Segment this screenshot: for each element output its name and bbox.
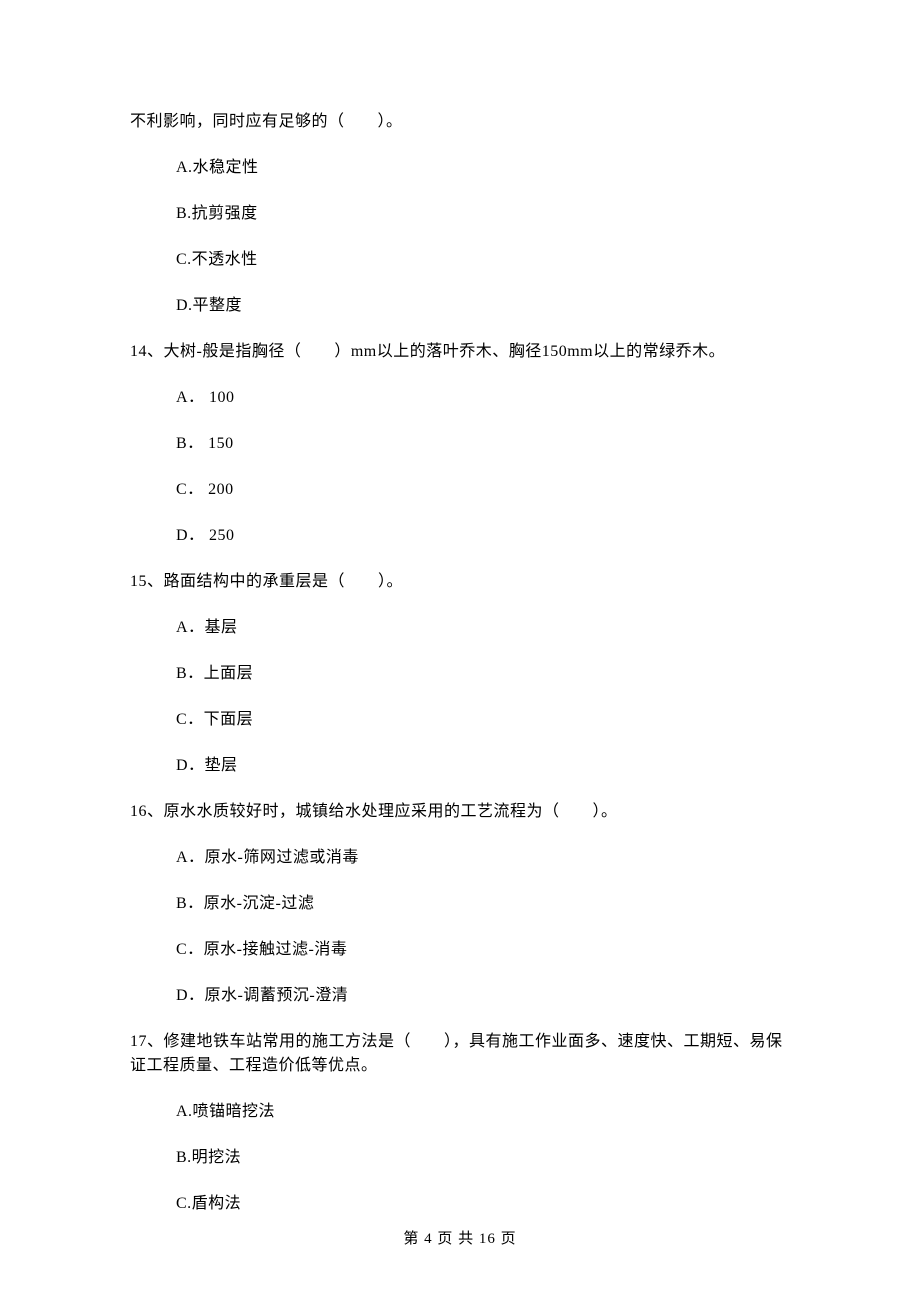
question-15: 15、路面结构中的承重层是（ ）。 xyxy=(130,570,790,594)
option-a: A.水稳定性 xyxy=(130,156,790,180)
question-16: 16、原水水质较好时，城镇给水处理应采用的工艺流程为（ ）。 xyxy=(130,800,790,824)
option-16-d: D．原水-调蓄预沉-澄清 xyxy=(130,984,790,1008)
option-14-a: A． 100 xyxy=(130,386,790,410)
option-b: B.抗剪强度 xyxy=(130,202,790,226)
option-17-a: A.喷锚暗挖法 xyxy=(130,1100,790,1124)
option-14-b: B． 150 xyxy=(130,432,790,456)
question-continuation: 不利影响，同时应有足够的（ ）。 xyxy=(130,110,790,134)
option-17-b: B.明挖法 xyxy=(130,1146,790,1170)
question-14: 14、大树-般是指胸径（ ）mm以上的落叶乔木、胸径150mm以上的常绿乔木。 xyxy=(130,340,790,364)
option-16-c: C．原水-接触过滤-消毒 xyxy=(130,938,790,962)
option-16-b: B．原水-沉淀-过滤 xyxy=(130,892,790,916)
option-16-a: A．原水-筛网过滤或消毒 xyxy=(130,846,790,870)
option-15-c: C．下面层 xyxy=(130,708,790,732)
page-content: 不利影响，同时应有足够的（ ）。 A.水稳定性 B.抗剪强度 C.不透水性 D.… xyxy=(0,0,920,1216)
option-17-c: C.盾构法 xyxy=(130,1192,790,1216)
option-15-a: A．基层 xyxy=(130,616,790,640)
option-c: C.不透水性 xyxy=(130,248,790,272)
option-15-b: B．上面层 xyxy=(130,662,790,686)
option-14-d: D． 250 xyxy=(130,524,790,548)
option-14-c: C． 200 xyxy=(130,478,790,502)
page-footer: 第 4 页 共 16 页 xyxy=(0,1228,920,1251)
option-15-d: D．垫层 xyxy=(130,754,790,778)
option-d: D.平整度 xyxy=(130,294,790,318)
question-17: 17、修建地铁车站常用的施工方法是（ ），具有施工作业面多、速度快、工期短、易保… xyxy=(130,1030,790,1078)
